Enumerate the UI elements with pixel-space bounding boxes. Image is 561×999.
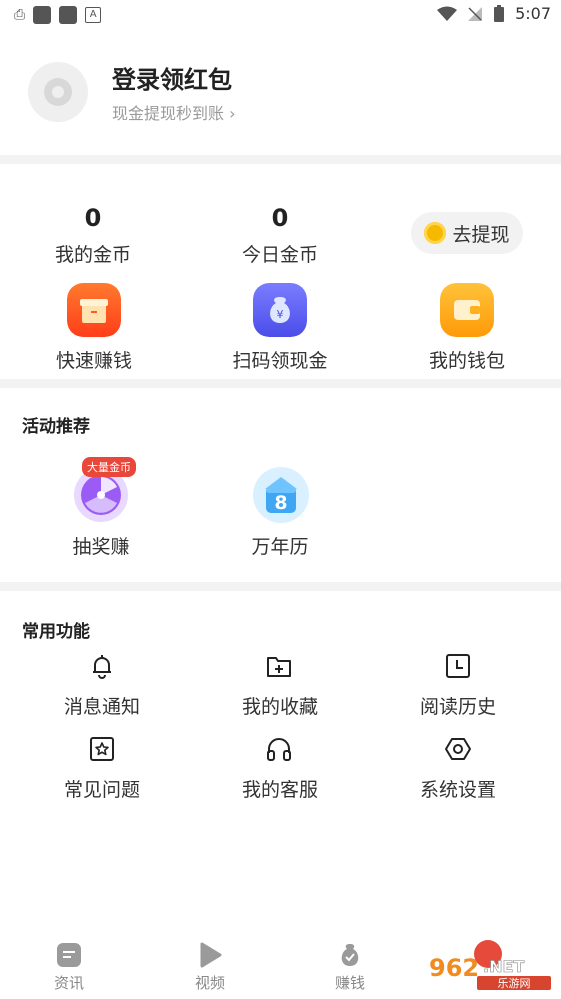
notifications-button[interactable] [88, 652, 116, 684]
favorite-folder-icon [267, 657, 291, 677]
a-icon: A [85, 7, 102, 23]
app-icon [33, 6, 52, 24]
bell-icon [93, 655, 111, 679]
notifications-label: 消息通知 [63, 696, 140, 718]
wifi-icon [437, 6, 458, 21]
status-time: 5:07 [515, 4, 551, 23]
tab-news-label: 资讯 [53, 974, 84, 992]
history-icon [446, 654, 470, 678]
lottery-label: 抽奖赚 [72, 536, 130, 558]
svg-text:962: 962 [429, 954, 479, 982]
scan-cash-label: 扫码领现金 [232, 350, 328, 372]
tab-video-label: 视频 [194, 974, 225, 992]
coin-icon [424, 222, 447, 244]
today-coins-label: 今日金币 [241, 244, 318, 266]
calendar-label: 万年历 [251, 536, 309, 558]
wallet-button[interactable] [440, 283, 494, 341]
withdraw-label: 去提现 [452, 223, 510, 246]
divider [0, 582, 561, 591]
history-label: 阅读历史 [419, 696, 496, 718]
coins-label: 我的金币 [54, 244, 131, 266]
avatar-center [52, 86, 64, 98]
svg-text:乐游网: 乐游网 [498, 977, 531, 990]
signal-off-icon [468, 6, 483, 21]
tab-news[interactable]: 资讯 [29, 942, 109, 993]
money-bag-icon: ¥ [253, 283, 307, 337]
history-button[interactable] [444, 652, 472, 684]
calendar-day: 8 [274, 492, 288, 514]
settings-label: 系统设置 [419, 779, 496, 801]
svg-text:.NET: .NET [483, 957, 524, 976]
lottery-badge: 大量金币 [82, 457, 136, 477]
video-icon [200, 942, 222, 968]
divider [0, 155, 561, 164]
quick-earn-button[interactable] [67, 283, 121, 341]
settings-icon [445, 738, 471, 760]
login-subtitle[interactable]: 现金提现秒到账 › [112, 100, 236, 124]
app-icon [59, 6, 78, 24]
faq-button[interactable] [88, 735, 116, 767]
settings-button[interactable] [444, 735, 472, 767]
coins-value: 0 [84, 204, 102, 232]
wallet-icon [440, 283, 494, 337]
tab-earn-label: 赚钱 [334, 974, 365, 992]
tab-earn[interactable]: 赚钱 [310, 942, 390, 993]
customer-service-label: 我的客服 [241, 779, 318, 801]
status-right: 5:07 [437, 4, 551, 23]
customer-service-button[interactable] [265, 735, 293, 767]
svg-text:¥: ¥ [277, 308, 284, 321]
tab-video[interactable]: 视频 [170, 942, 250, 993]
star-square-icon [90, 737, 114, 761]
faq-label: 常见问题 [63, 779, 140, 801]
today-coins-value: 0 [271, 204, 289, 232]
activities-title: 活动推荐 [22, 417, 90, 437]
withdraw-button[interactable]: 去提现 [411, 212, 523, 254]
status-left-icons: ⎙ A [14, 6, 102, 24]
divider [0, 379, 561, 388]
headset-icon [267, 738, 291, 761]
gift-icon [67, 283, 121, 337]
news-icon [57, 943, 81, 967]
favorites-label: 我的收藏 [241, 696, 318, 718]
status-bar: ⎙ A 5:07 [0, 0, 561, 30]
watermark-logo: 962 .NET 乐游网 [425, 950, 555, 992]
quick-earn-label: 快速赚钱 [55, 350, 132, 372]
wallet-label: 我的钱包 [428, 350, 505, 372]
notification-icon: ⎙ [14, 7, 26, 23]
earn-icon [341, 944, 359, 966]
battery-icon [494, 4, 505, 22]
login-title[interactable]: 登录领红包 [112, 60, 232, 95]
features-title: 常用功能 [22, 622, 90, 642]
scan-cash-button[interactable]: ¥ [253, 283, 307, 341]
favorites-button[interactable] [265, 652, 293, 684]
